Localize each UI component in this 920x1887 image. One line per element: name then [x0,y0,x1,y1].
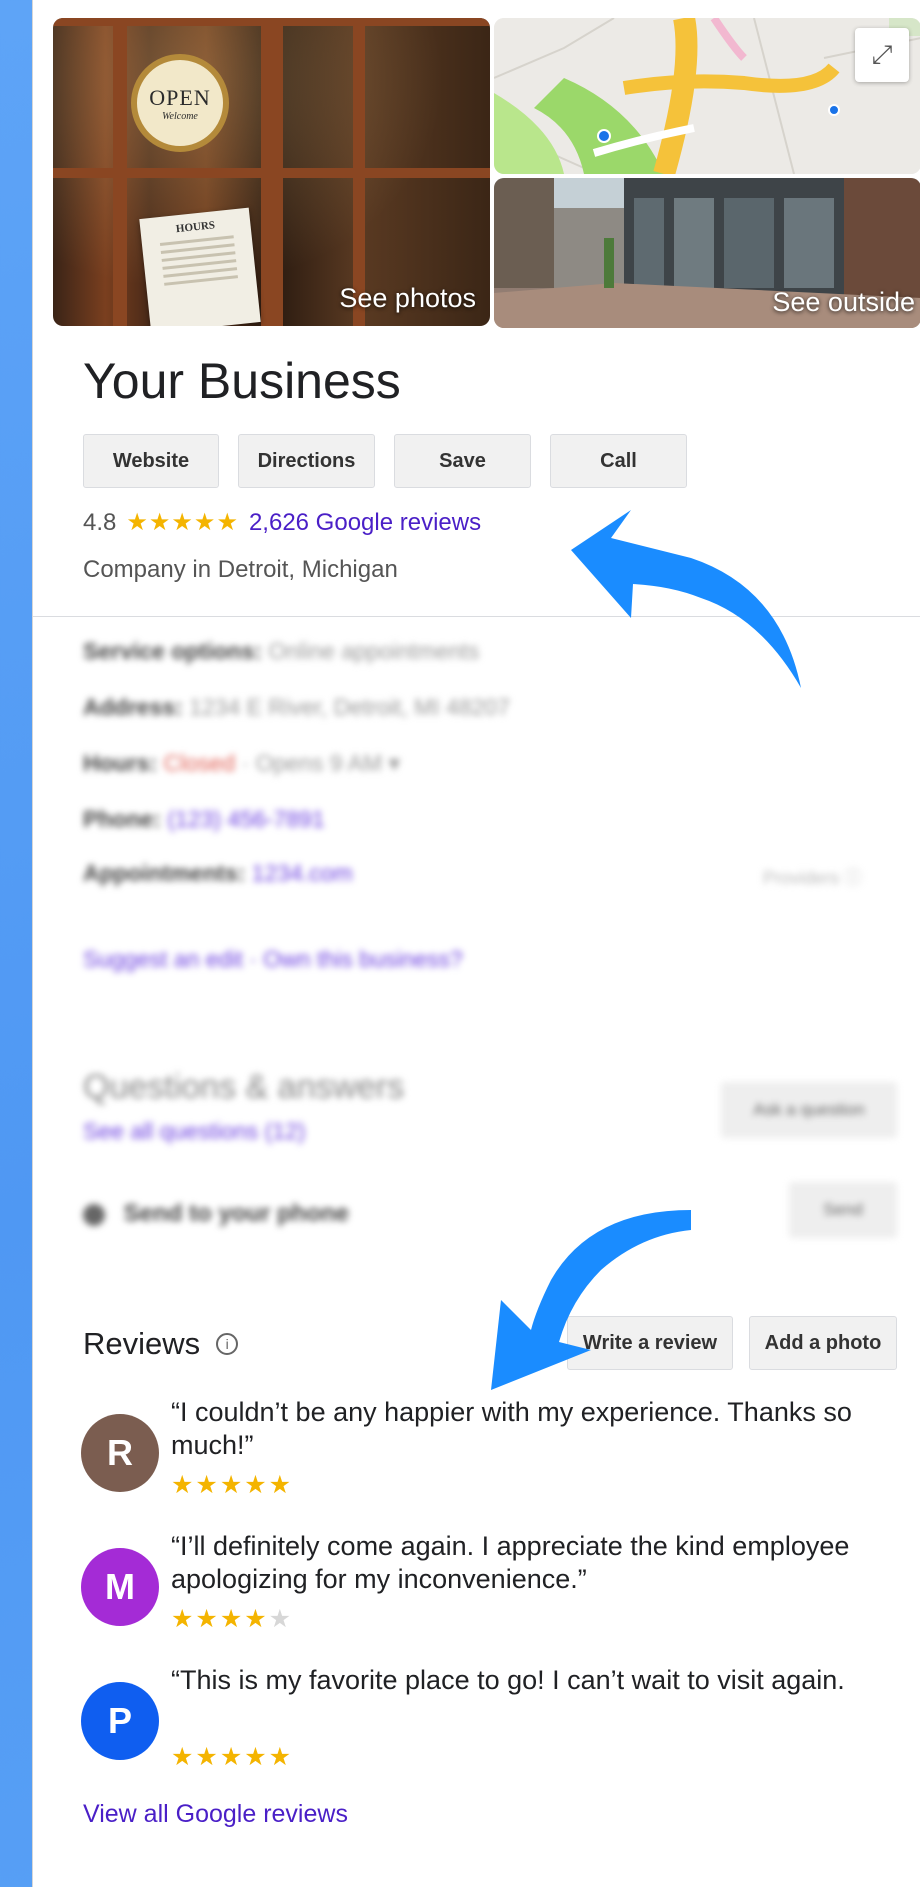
service-options-value: Online appointments [268,638,480,664]
business-name: Your Business [83,353,401,409]
arrow-icon [491,1210,691,1390]
avatar: R [81,1414,159,1492]
qa-title: Questions & answers [83,1068,405,1106]
review-text: “I couldn’t be any happier with my exper… [171,1397,852,1460]
rating-row: 4.8 ★★★★★ 2,626 Google reviews [83,508,481,537]
see-photos-label[interactable]: See photos [339,283,476,314]
service-options-row: Service options: Online appointments [83,638,479,665]
send-to-phone-row[interactable]: Send to your phone [83,1200,349,1228]
see-all-questions-link[interactable]: See all questions (12) [83,1118,305,1145]
avatar: M [81,1548,159,1626]
rating-stars: ★★★★★ [126,509,239,536]
address-value: 1234 E River, Detroit, MI 48207 [189,694,510,720]
street-photo[interactable]: See outside [494,178,920,328]
review-stars: ★★★★★ [171,1743,294,1771]
call-button[interactable]: Call [550,434,687,488]
add-photo-button[interactable]: Add a photo [749,1316,897,1370]
google-reviews-link[interactable]: 2,626 Google reviews [249,509,481,537]
appointments-link[interactable]: 1234.com [252,860,353,886]
hours-row[interactable]: Hours: Closed · Opens 9 AM ▾ [83,750,400,777]
phone-icon [83,1203,105,1226]
review-item: M “I’ll definitely come again. I appreci… [81,1530,920,1640]
providers-label[interactable]: Providers ⓘ [763,864,862,890]
phone-row: Phone: (123) 456-7891 [83,806,325,833]
phone-label: Phone: [83,806,161,832]
info-icon[interactable]: i [216,1333,239,1355]
storefront-photo[interactable]: OPEN Welcome HOURS See photos [53,18,490,326]
hours-label: Hours: [83,750,158,776]
address-row: Address: 1234 E River, Detroit, MI 48207 [83,694,510,721]
avatar: P [81,1682,159,1760]
door-frame [53,168,490,178]
appointments-label: Appointments: [83,860,246,886]
hours-sign: HOURS [139,207,261,326]
arrow-icon [571,510,801,688]
knowledge-panel: OPEN Welcome HOURS See photos ⤢ See outs… [32,0,920,1887]
hours-value[interactable]: · Opens 9 AM ▾ [242,750,401,776]
open-sign-subtext: Welcome [162,110,198,122]
phone-link[interactable]: (123) 456-7891 [167,806,324,832]
send-button[interactable]: Send [789,1182,897,1238]
open-sign: OPEN Welcome [131,54,229,152]
see-outside-label[interactable]: See outside [772,287,915,318]
review-item: R “I couldn’t be any happier with my exp… [81,1396,920,1506]
website-button[interactable]: Website [83,434,219,488]
service-options-label: Service options: [83,638,262,664]
save-button[interactable]: Save [394,434,531,488]
review-item: P “This is my favorite place to go! I ca… [81,1664,920,1771]
directions-button[interactable]: Directions [238,434,375,488]
expand-map-button[interactable]: ⤢ [855,28,909,82]
send-to-phone-label: Send to your phone [123,1200,349,1227]
business-category: Company in Detroit, Michigan [83,556,398,583]
map-thumbnail[interactable]: ⤢ [494,18,920,174]
reviews-heading: Reviews i [83,1326,239,1362]
open-sign-text: OPEN [149,84,211,110]
review-stars: ★★★★★ [171,1605,294,1633]
rating-value: 4.8 [83,508,117,536]
address-label: Address: [83,694,183,720]
review-text: “This is my favorite place to go! I can’… [171,1665,845,1695]
ask-question-button[interactable]: Ask a question [721,1082,897,1138]
view-all-reviews-link[interactable]: View all Google reviews [83,1800,348,1829]
expand-icon: ⤢ [871,39,893,69]
review-stars: ★★★★★ [171,1471,294,1499]
suggest-edit-link[interactable]: Suggest an edit · Own this business? [83,946,463,973]
reviews-title: Reviews [83,1326,201,1361]
appointments-row: Appointments: 1234.com [83,860,353,887]
hours-status: Closed [163,750,236,776]
review-text: “I’ll definitely come again. I appreciat… [171,1531,850,1594]
hours-sign-title: HOURS [175,219,216,236]
